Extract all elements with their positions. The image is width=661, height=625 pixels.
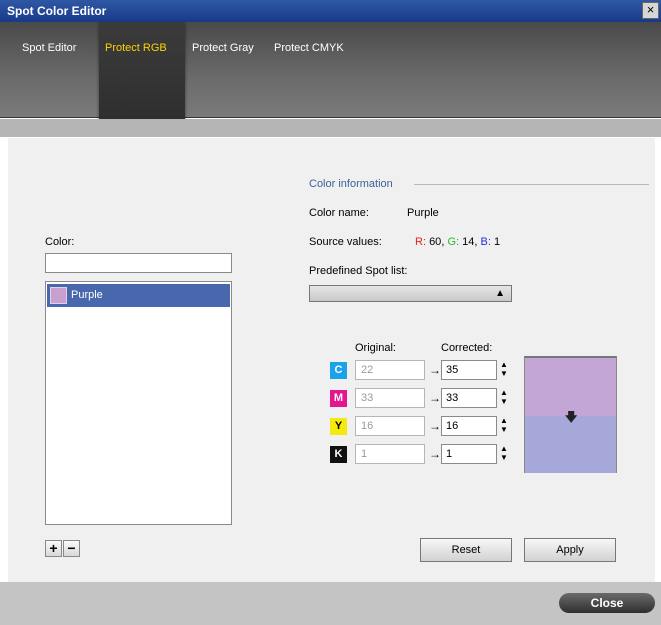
predefined-spot-select[interactable]: ▲ [309, 285, 512, 302]
reset-button[interactable]: Reset [420, 538, 512, 562]
original-c-field: 22 [355, 360, 425, 380]
color-preview: 🡇 [524, 356, 617, 473]
g-label: G: [447, 236, 460, 248]
tab-protect-rgb[interactable]: Protect RGB [105, 42, 167, 54]
right-arrow-icon: → [429, 363, 441, 377]
corrected-c-field[interactable]: 35 [441, 360, 497, 380]
original-m-field: 33 [355, 388, 425, 408]
stepper-arrows-icon[interactable]: ▲ ▼ [498, 388, 510, 408]
add-color-button[interactable]: + [45, 540, 62, 557]
stepper-arrows-icon[interactable]: ▲ ▼ [498, 416, 510, 436]
original-k-field: 1 [355, 444, 425, 464]
source-values-label: Source values: [309, 236, 382, 248]
color-name-value: Purple [407, 207, 439, 219]
corrected-header: Corrected: [441, 342, 493, 354]
color-name-input[interactable] [45, 253, 232, 273]
g-value: 14 [462, 236, 475, 248]
color-label: Color: [45, 236, 75, 248]
color-list[interactable]: Purple [45, 281, 232, 525]
tab-protect-gray[interactable]: Protect Gray [192, 42, 254, 54]
corrected-m-field[interactable]: 33 [441, 388, 497, 408]
corrected-k-field[interactable]: 1 [441, 444, 497, 464]
channel-chip-k: K [330, 446, 347, 463]
tab-protect-cmyk[interactable]: Protect CMYK [274, 42, 344, 54]
predefined-spot-label: Predefined Spot list: [309, 265, 408, 277]
color-name-label: Color name: [309, 207, 369, 219]
source-values: R: 60, G: 14, B: 1 [415, 236, 501, 248]
channel-chip-m: M [330, 390, 347, 407]
b-label: B: [480, 236, 491, 248]
down-arrow-icon: 🡇 [565, 410, 578, 424]
r-label: R: [415, 236, 426, 248]
apply-button[interactable]: Apply [524, 538, 616, 562]
right-arrow-icon: → [429, 391, 441, 405]
window-close-button[interactable]: × [642, 2, 659, 19]
list-item[interactable]: Purple [47, 284, 230, 307]
color-swatch [50, 287, 67, 304]
section-divider [414, 184, 649, 185]
close-button[interactable]: Close [559, 593, 655, 613]
remove-color-button[interactable]: − [63, 540, 80, 557]
r-value: 60 [429, 236, 442, 248]
stepper-arrows-icon[interactable]: ▲ ▼ [498, 360, 510, 380]
updown-arrows-icon: ▲ [495, 288, 505, 299]
tab-spot-editor[interactable]: Spot Editor [22, 42, 76, 54]
right-arrow-icon: → [429, 419, 441, 433]
window-title: Spot Color Editor [7, 4, 107, 18]
original-y-field: 16 [355, 416, 425, 436]
section-title: Color information [309, 178, 393, 190]
list-item-label: Purple [71, 289, 103, 301]
original-header: Original: [355, 342, 396, 354]
right-arrow-icon: → [429, 447, 441, 461]
b-value: 1 [493, 236, 501, 248]
active-tab-highlight [99, 22, 185, 129]
stepper-arrows-icon[interactable]: ▲ ▼ [498, 444, 510, 464]
channel-chip-y: Y [330, 418, 347, 435]
title-bar: Spot Color Editor × [0, 0, 661, 22]
channel-chip-c: C [330, 362, 347, 379]
corrected-y-field[interactable]: 16 [441, 416, 497, 436]
tab-sub-band [0, 119, 661, 137]
